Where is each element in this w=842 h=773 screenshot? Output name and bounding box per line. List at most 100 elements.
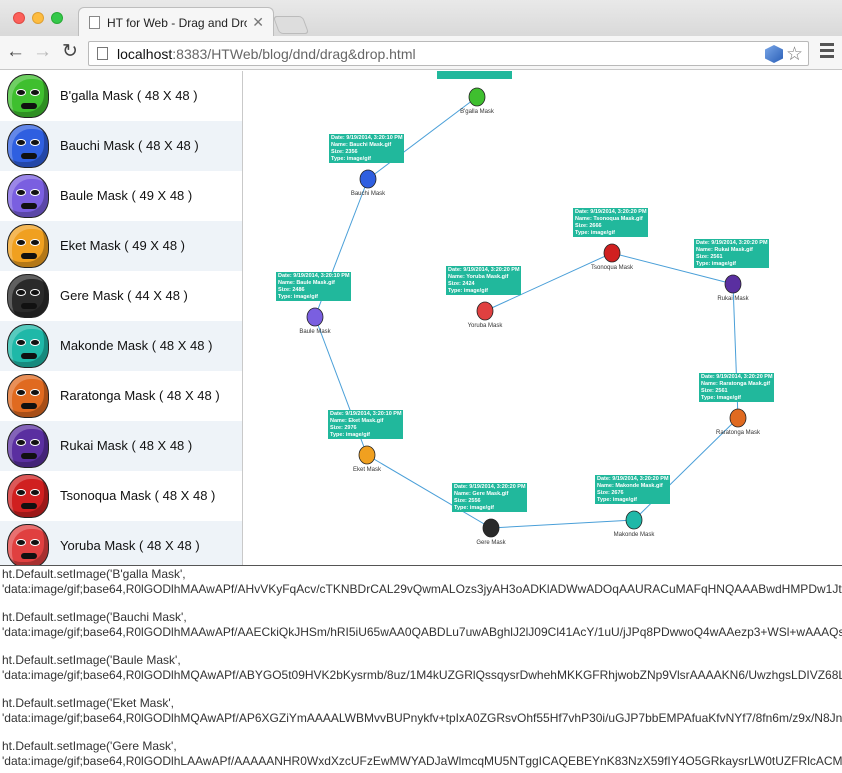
code-line: ht.Default.setImage('Gere Mask',	[2, 739, 177, 753]
code-entry: ht.Default.setImage('Bauchi Mask','data:…	[2, 610, 842, 640]
list-item[interactable]: Bauchi Mask ( 48 X 48 )	[0, 121, 242, 171]
browser-tab[interactable]: HT for Web - Drag and Drop ✕	[78, 7, 274, 37]
graph-node-mask-icon[interactable]	[482, 518, 500, 538]
maximize-window-button[interactable]	[51, 12, 63, 24]
extension-icon[interactable]	[765, 45, 783, 63]
menu-icon[interactable]	[820, 43, 834, 61]
graph-node-label: Makonde Mask	[614, 532, 656, 538]
code-output: ht.Default.setImage('B'galla Mask','data…	[0, 565, 842, 773]
list-item[interactable]: B'galla Mask ( 48 X 48 )	[0, 71, 242, 121]
mask-icon[interactable]	[7, 474, 49, 518]
mask-icon[interactable]	[7, 74, 49, 118]
card-size: Size: 2356	[331, 149, 358, 155]
card-file: Name: Gere Mask.gif	[454, 491, 509, 497]
card-size: Size: 2666	[575, 223, 602, 229]
mask-icon[interactable]	[7, 274, 49, 318]
card-size: Size: 2676	[597, 490, 624, 496]
file-info-card: Date: 9/19/2014, 3:20:20 PM Name: Yoruba …	[446, 266, 521, 295]
list-item[interactable]: Makonde Mask ( 48 X 48 )	[0, 321, 242, 371]
card-date: Date: 9/19/2014, 3:20:20 PM	[597, 476, 669, 482]
bookmark-star-icon[interactable]: ☆	[786, 43, 803, 66]
code-line: ht.Default.setImage('B'galla Mask',	[2, 567, 186, 581]
list-item[interactable]: Raratonga Mask ( 48 X 48 )	[0, 371, 242, 421]
card-size: Size: 2486	[278, 287, 305, 293]
card-file: Name: Baule Mask.gif	[278, 280, 335, 286]
file-info-card: Date: 9/19/2014, 3:20:20 PM Name: Gere Ma…	[452, 483, 527, 512]
new-tab-button[interactable]	[272, 16, 310, 34]
graph-node-mask-icon[interactable]	[625, 510, 643, 530]
code-line: 'data:image/gif;base64,R0lGODlhMAAwAPf/A…	[2, 582, 842, 596]
list-item-label: Tsonoqua Mask ( 48 X 48 )	[60, 488, 216, 503]
card-type: Type: image/gif	[597, 497, 637, 503]
graph-node-mask-icon[interactable]	[358, 445, 376, 465]
list-item[interactable]: Gere Mask ( 44 X 48 )	[0, 271, 242, 321]
browser-titlebar: HT for Web - Drag and Drop ✕	[0, 0, 842, 37]
list-item-label: Eket Mask ( 49 X 48 )	[60, 238, 185, 253]
code-line: 'data:image/gif;base64,R0lGODlhLAAwAPf/A…	[2, 754, 842, 768]
address-bar[interactable]: localhost:8383/HTWeb/blog/dnd/drag&drop.…	[88, 41, 809, 66]
graph-node-mask-icon[interactable]	[476, 301, 494, 321]
card-file: Name: Yoruba Mask.gif	[448, 274, 509, 280]
mask-icon[interactable]	[7, 174, 49, 218]
list-item-label: Bauchi Mask ( 48 X 48 )	[60, 138, 199, 153]
list-item-label: Baule Mask ( 49 X 48 )	[60, 188, 193, 203]
mask-icon[interactable]	[7, 224, 49, 268]
list-item[interactable]: Eket Mask ( 49 X 48 )	[0, 221, 242, 271]
graph-canvas[interactable]: B'galla Mask Bauchi Mask Baule Mask Eket Ma…	[244, 71, 842, 565]
page-icon	[89, 16, 100, 29]
graph-node-mask-icon[interactable]	[724, 274, 742, 294]
list-item[interactable]: Rukai Mask ( 48 X 48 )	[0, 421, 242, 471]
mask-icon[interactable]	[7, 124, 49, 168]
graph-node-label: Yoruba Mask	[468, 323, 504, 329]
code-line: ht.Default.setImage('Bauchi Mask',	[2, 610, 187, 624]
mask-list: B'galla Mask ( 48 X 48 ) Bauchi Mask ( 48…	[0, 71, 243, 565]
card-date: Date: 9/19/2014, 3:20:20 PM	[454, 484, 526, 490]
code-line: 'data:image/gif;base64,R0lGODlhMQAwAPf/A…	[2, 668, 842, 682]
mask-icon[interactable]	[7, 424, 49, 468]
graph-node-mask-icon[interactable]	[603, 243, 621, 263]
code-line: ht.Default.setImage('Eket Mask',	[2, 696, 174, 710]
list-item-label: Gere Mask ( 44 X 48 )	[60, 288, 188, 303]
graph-node-mask-icon[interactable]	[729, 408, 747, 428]
graph-node-mask-icon[interactable]	[359, 169, 377, 189]
list-item[interactable]: Yoruba Mask ( 48 X 48 )	[0, 521, 242, 565]
graph-node-label: Rukai Mask	[717, 296, 749, 302]
card-date: Date: 9/19/2014, 3:20:20 PM	[575, 209, 647, 215]
graph-node-label: Tsonoqua Mask	[591, 265, 634, 271]
list-item[interactable]: Tsonoqua Mask ( 48 X 48 )	[0, 471, 242, 521]
code-entry: ht.Default.setImage('Gere Mask','data:im…	[2, 739, 842, 769]
forward-arrow-icon[interactable]: →	[33, 42, 52, 62]
graph-node-label: Gere Mask	[476, 540, 506, 546]
graph-node-label: Raratonga Mask	[716, 430, 761, 436]
reload-icon[interactable]: ↻	[62, 42, 78, 62]
page-icon	[97, 47, 108, 60]
graph-node-mask-icon[interactable]	[306, 307, 324, 327]
list-item-label: Makonde Mask ( 48 X 48 )	[60, 338, 213, 353]
card-type: Type: image/gif	[701, 395, 741, 401]
list-item[interactable]: Baule Mask ( 49 X 48 )	[0, 171, 242, 221]
file-info-card: Date: 9/19/2014, 3:20:10 PM Name: Eket Ma…	[328, 410, 403, 439]
card-file: Name: Makonde Mask.gif	[597, 483, 663, 489]
file-info-card: Date: 9/19/2014, 3:20:10 PM Name: Bauchi …	[329, 134, 404, 163]
mask-icon[interactable]	[7, 324, 49, 368]
graph-node-mask-icon[interactable]	[468, 87, 486, 107]
card-size: Size: 2561	[701, 388, 728, 394]
card-size: Size: 2424	[448, 281, 475, 287]
card-type: Type: image/gif	[454, 505, 494, 511]
card-file: Name: Raratonga Mask.gif	[701, 381, 771, 387]
close-window-button[interactable]	[13, 12, 25, 24]
mask-icon[interactable]	[7, 374, 49, 418]
graph-edge	[490, 519, 635, 529]
file-info-card: Type: image/gif	[437, 71, 512, 79]
code-entry: ht.Default.setImage('Eket Mask','data:im…	[2, 696, 842, 726]
back-arrow-icon[interactable]: ←	[6, 42, 25, 62]
card-type: Type: image/gif	[696, 261, 736, 267]
list-item-label: B'galla Mask ( 48 X 48 )	[60, 88, 198, 103]
mask-icon[interactable]	[7, 524, 49, 565]
minimize-window-button[interactable]	[32, 12, 44, 24]
list-item-label: Rukai Mask ( 48 X 48 )	[60, 438, 193, 453]
url-host: localhost	[117, 46, 173, 62]
url-text[interactable]: localhost:8383/HTWeb/blog/dnd/drag&drop.…	[117, 46, 416, 62]
code-line: 'data:image/gif;base64,R0lGODlhMQAwAPf/A…	[2, 711, 842, 725]
close-tab-icon[interactable]: ✕	[252, 14, 264, 31]
